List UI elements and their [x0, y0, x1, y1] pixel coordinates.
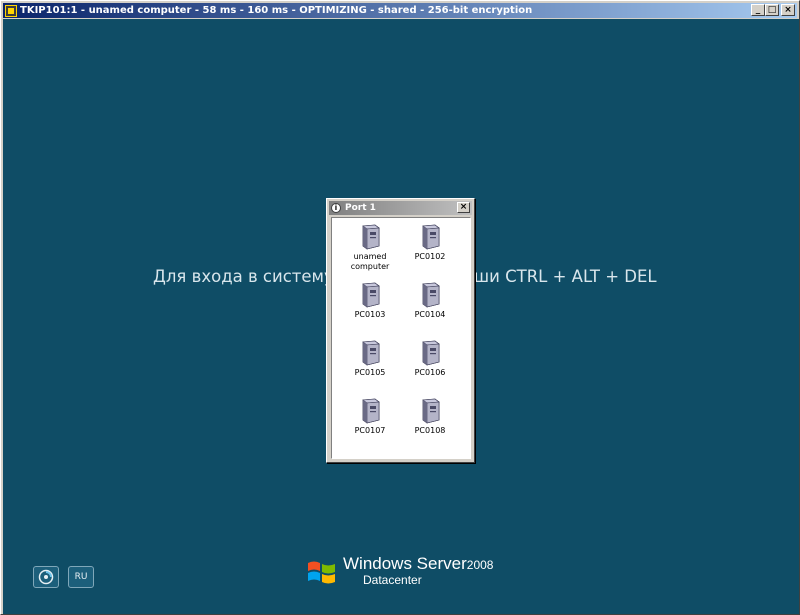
computer-item[interactable]: PC0107 — [342, 398, 398, 436]
computer-tower-icon — [362, 340, 380, 366]
computer-label: PC0108 — [414, 426, 446, 435]
computer-tower-icon — [422, 340, 440, 366]
computer-item[interactable]: PC0103 — [342, 282, 398, 320]
computer-tower-icon — [422, 224, 440, 250]
port-dialog: i Port 1 × unamed computer PC0102 PC0103 PC0… — [326, 198, 475, 463]
port-dialog-titlebar[interactable]: i Port 1 × — [329, 201, 472, 215]
brand-name: Windows Server — [343, 554, 467, 573]
computer-tower-icon — [362, 282, 380, 308]
window-titlebar[interactable]: TKIP101:1 - unamed computer - 58 ms - 16… — [3, 3, 797, 18]
computer-tower-icon — [362, 224, 380, 250]
computer-item[interactable]: PC0104 — [402, 282, 458, 320]
computer-tower-icon — [422, 282, 440, 308]
computer-label: PC0107 — [354, 426, 386, 435]
close-button[interactable]: × — [781, 4, 795, 16]
computer-label-line2: computer — [350, 262, 390, 271]
remote-control-icon — [5, 4, 17, 17]
ease-of-access-icon — [38, 569, 54, 585]
computer-label: unamed — [353, 252, 387, 261]
remote-control-window: TKIP101:1 - unamed computer - 58 ms - 16… — [0, 0, 800, 615]
computer-item[interactable]: PC0108 — [402, 398, 458, 436]
computer-label: PC0105 — [354, 368, 386, 377]
computer-item[interactable]: PC0106 — [402, 340, 458, 378]
computer-item[interactable]: unamed computer — [342, 224, 398, 272]
computer-item[interactable]: PC0105 — [342, 340, 398, 378]
ease-of-access-button[interactable] — [33, 566, 59, 588]
windows-server-logo: Windows Server2008 Datacenter — [305, 555, 493, 595]
port-dialog-close-button[interactable]: × — [457, 202, 470, 213]
brand-version: 2008 — [466, 558, 494, 572]
computer-label: PC0102 — [414, 252, 446, 261]
window-title: TKIP101:1 - unamed computer - 58 ms - 16… — [20, 5, 533, 16]
brand-edition: Datacenter — [363, 573, 422, 587]
computer-item[interactable]: PC0102 — [402, 224, 458, 262]
minimize-button[interactable]: _ — [751, 4, 765, 16]
computer-list: unamed computer PC0102 PC0103 PC0104 PC0105 PC… — [331, 217, 471, 459]
computer-tower-icon — [362, 398, 380, 424]
computer-label: PC0106 — [414, 368, 446, 377]
port-dialog-title: Port 1 — [345, 203, 376, 213]
computer-tower-icon — [422, 398, 440, 424]
window-controls: _ □ × — [751, 4, 795, 16]
computer-label: PC0104 — [414, 310, 446, 319]
info-icon: i — [331, 203, 341, 213]
windows-flag-icon — [308, 561, 335, 584]
restore-button[interactable]: □ — [765, 4, 779, 16]
computer-label: PC0103 — [354, 310, 386, 319]
language-button[interactable]: RU — [68, 566, 94, 588]
